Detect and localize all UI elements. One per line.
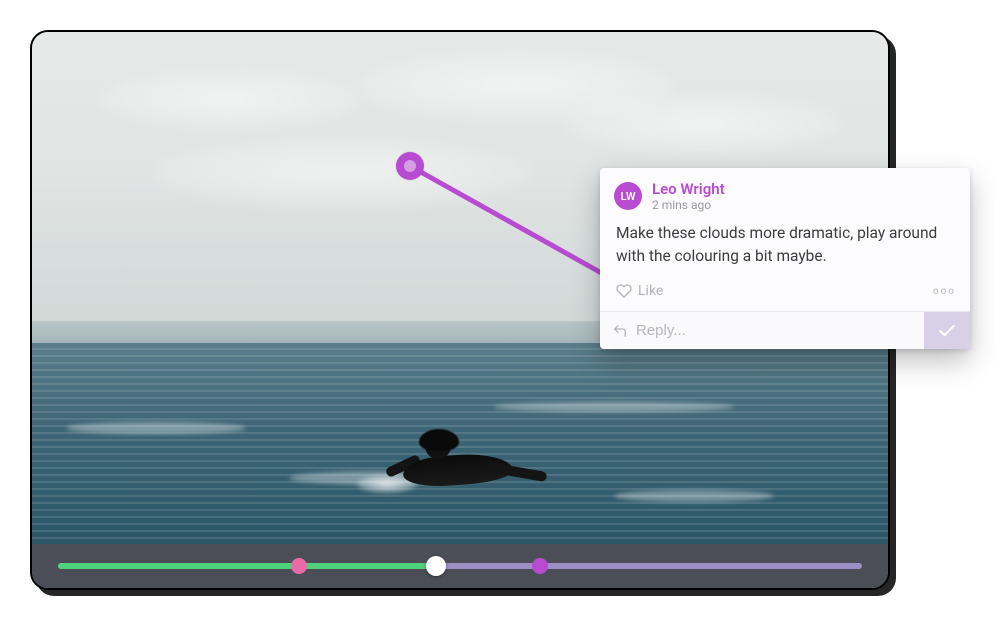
surfer-figure — [365, 409, 555, 499]
like-button[interactable]: Like — [616, 283, 663, 299]
avatar: LW — [614, 182, 642, 210]
reply-input[interactable] — [636, 322, 912, 339]
comment-body: Make these clouds more dramatic, play ar… — [600, 218, 970, 279]
reply-submit-button[interactable] — [924, 312, 970, 349]
comment-header: LW Leo Wright 2 mins ago — [600, 168, 970, 218]
timeline-playhead[interactable] — [426, 556, 446, 576]
comment-timestamp: 2 mins ago — [652, 198, 725, 212]
timeline-track[interactable] — [58, 563, 862, 569]
comment-card: LW Leo Wright 2 mins ago Make these clou… — [600, 168, 970, 349]
timeline-marker[interactable] — [532, 558, 548, 574]
more-options-button[interactable]: ooo — [933, 286, 956, 297]
reply-arrow-icon — [612, 323, 628, 339]
timeline-progress — [58, 563, 436, 569]
comment-author[interactable]: Leo Wright — [652, 180, 725, 198]
reply-row — [600, 311, 970, 349]
check-icon — [937, 321, 957, 341]
like-label: Like — [638, 283, 663, 299]
heart-icon — [616, 283, 632, 299]
annotation-pin[interactable] — [396, 152, 424, 180]
timeline-marker[interactable] — [291, 558, 307, 574]
video-timeline — [32, 544, 888, 588]
